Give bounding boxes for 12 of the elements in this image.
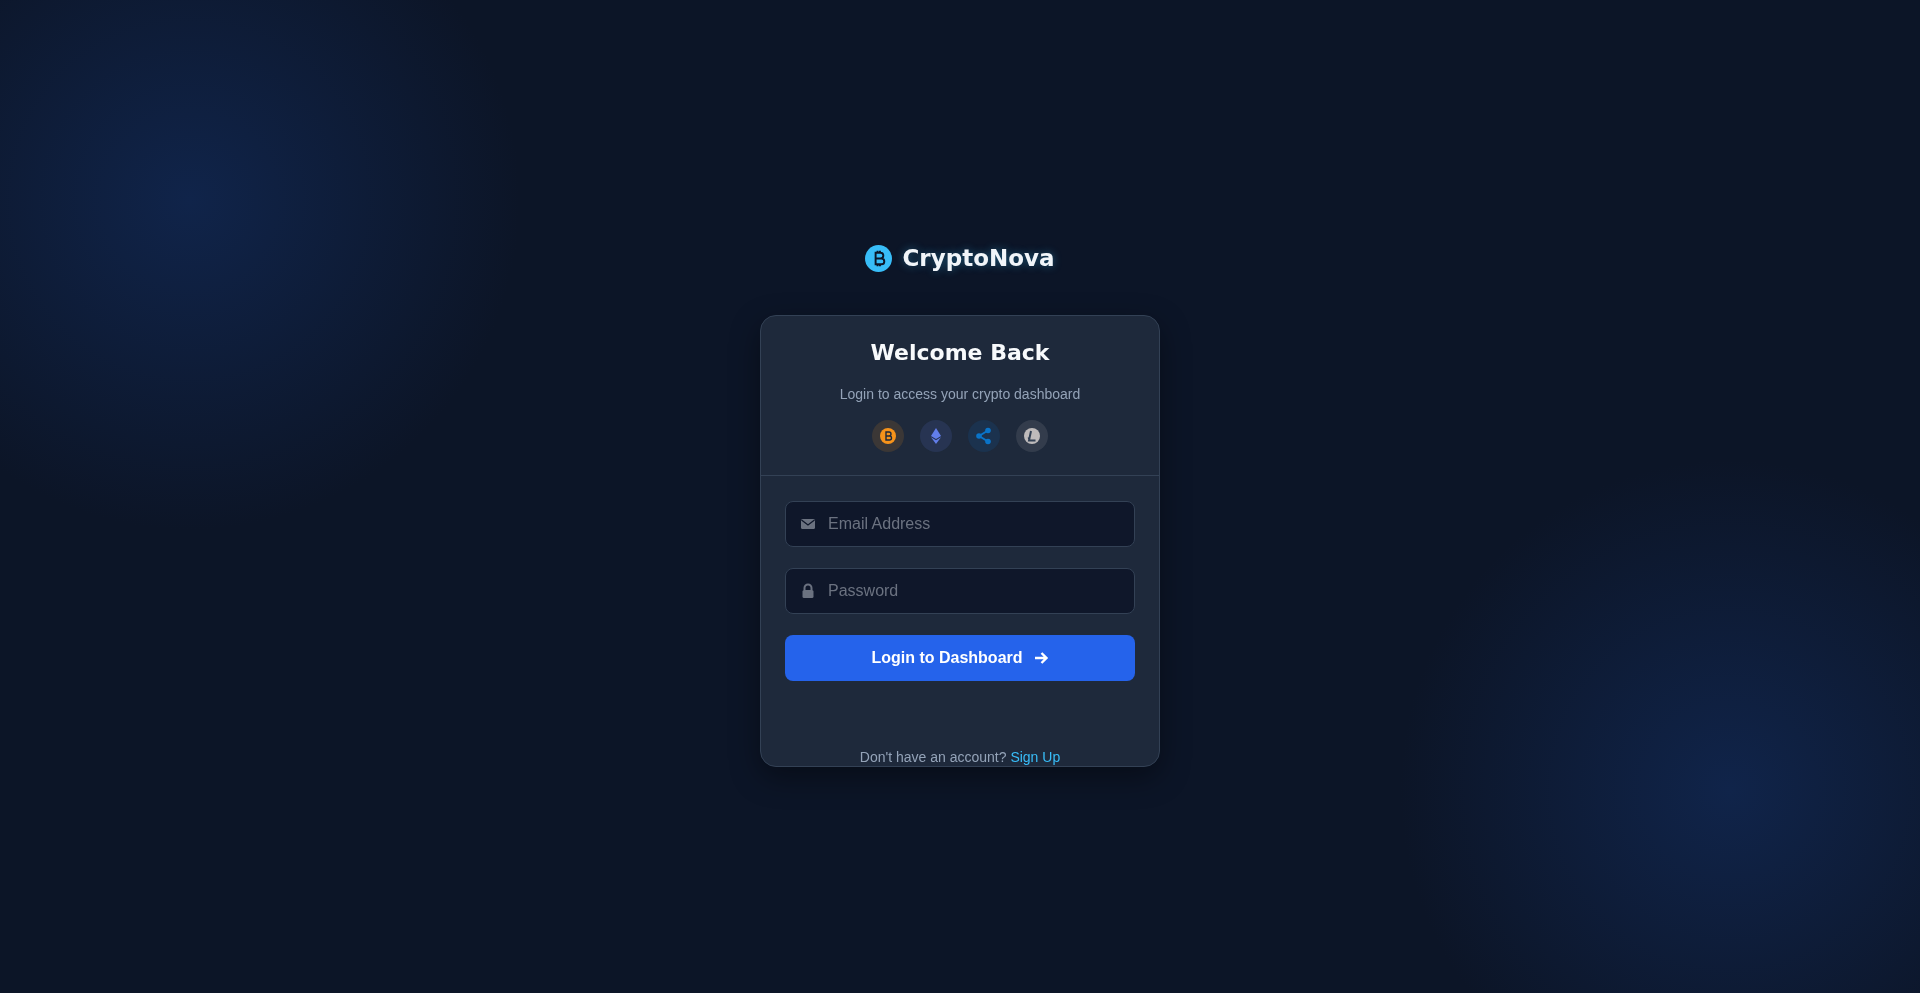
signup-link[interactable]: Sign Up bbox=[1010, 749, 1061, 765]
card-subtitle: Login to access your crypto dashboard bbox=[839, 386, 1081, 402]
login-button[interactable]: Login to Dashboard bbox=[785, 635, 1135, 681]
bitcoin-logo-icon bbox=[865, 244, 893, 272]
email-field[interactable]: Email Address bbox=[785, 501, 1135, 547]
signup-prompt: Don't have an account? Sign Up bbox=[858, 748, 1062, 766]
arrow-right-icon bbox=[1032, 650, 1049, 666]
brand-name: CryptoNova bbox=[902, 245, 1055, 271]
envelope-icon bbox=[800, 516, 816, 532]
card-title: Welcome Back bbox=[870, 340, 1050, 365]
password-field[interactable]: Password bbox=[785, 568, 1135, 614]
lock-icon bbox=[800, 583, 816, 599]
